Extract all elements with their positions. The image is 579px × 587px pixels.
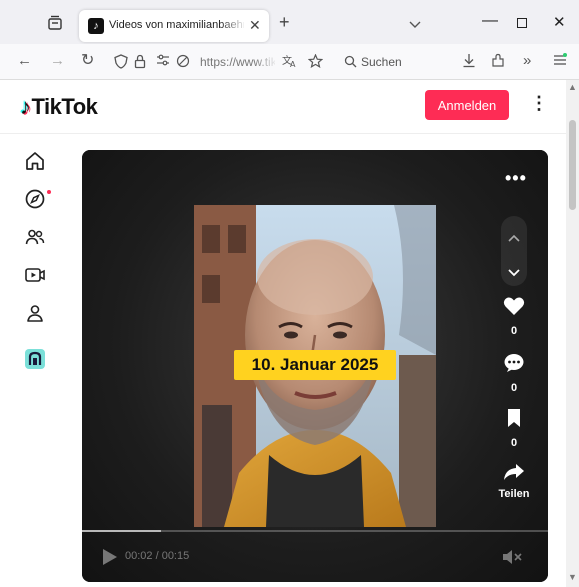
search-icon <box>344 55 357 71</box>
home-icon[interactable] <box>24 150 48 174</box>
translate-icon[interactable]: 文A <box>282 54 297 71</box>
minimize-icon[interactable]: — <box>482 12 498 30</box>
play-icon[interactable] <box>102 548 118 571</box>
comment-action[interactable]: 0 <box>492 353 536 394</box>
progress-bar[interactable] <box>82 530 548 532</box>
url-bar[interactable]: https://www.tiktok.com/@maximilianbaehri… <box>104 48 330 76</box>
login-button[interactable]: Anmelden <box>425 90 509 120</box>
forward-icon[interactable]: → <box>50 53 65 69</box>
users-icon[interactable] <box>24 226 48 250</box>
compass-icon[interactable] <box>24 188 51 212</box>
tab-close-icon[interactable]: ✕ <box>249 17 261 34</box>
heart-icon[interactable] <box>503 296 525 316</box>
app-icon[interactable] <box>24 348 48 372</box>
share-label: Teilen <box>498 488 530 500</box>
time-display: 00:02 / 00:15 <box>125 550 190 562</box>
bookmark-action[interactable]: 0 <box>492 408 536 449</box>
reload-icon[interactable]: ↻ <box>81 53 94 69</box>
svg-text:A: A <box>290 60 296 68</box>
chevron-down-icon[interactable] <box>508 264 520 282</box>
bookmark-star-icon[interactable] <box>307 53 324 71</box>
browser-tab[interactable]: ♪ Videos von maximilianbaehring ✕ <box>79 10 269 42</box>
tab-list-icon[interactable] <box>46 14 66 34</box>
new-tab-icon[interactable]: + <box>279 13 290 31</box>
page-scrollbar[interactable]: ▲ ▼ <box>566 80 579 587</box>
tabs-dropdown-icon[interactable] <box>409 16 421 34</box>
scroll-down-icon[interactable]: ▼ <box>568 572 577 582</box>
back-icon[interactable]: ← <box>17 53 32 69</box>
vertical-dots-icon[interactable]: ⋮ <box>530 93 548 113</box>
tiktok-page: ♪TikTok Anmelden ⋮ 10. Januar 2025 ••• 0… <box>0 80 566 587</box>
muted-speaker-icon[interactable] <box>502 549 522 570</box>
search-placeholder: Suchen <box>361 55 402 69</box>
date-overlay: 10. Januar 2025 <box>234 350 396 380</box>
scroll-thumb[interactable] <box>569 120 576 210</box>
search-bar[interactable]: Suchen <box>335 48 450 76</box>
bookmark-count: 0 <box>510 437 518 449</box>
tiktok-logo[interactable]: ♪TikTok <box>20 94 98 120</box>
tracking-blocked-icon[interactable] <box>176 54 190 71</box>
like-count: 0 <box>510 325 518 337</box>
downloads-icon[interactable] <box>462 53 476 72</box>
tiktok-note-icon: ♪ <box>20 94 31 119</box>
scroll-up-icon[interactable]: ▲ <box>568 82 577 92</box>
lock-icon[interactable] <box>134 54 146 72</box>
menu-icon[interactable] <box>553 53 567 71</box>
tiktok-favicon-icon: ♪ <box>88 18 104 34</box>
share-icon[interactable] <box>503 463 525 481</box>
comment-icon[interactable] <box>503 353 525 373</box>
video-navigation <box>501 216 527 286</box>
more-tools-icon[interactable]: » <box>523 53 531 69</box>
live-icon[interactable] <box>24 264 48 288</box>
window-close-icon[interactable]: ✕ <box>553 13 566 31</box>
browser-tab-bar: ♪ Videos von maximilianbaehring ✕ + — ✕ <box>0 0 579 44</box>
notification-dot <box>47 190 51 194</box>
sidebar <box>0 134 72 587</box>
shield-icon[interactable] <box>114 54 128 72</box>
bookmark-icon[interactable] <box>506 408 522 428</box>
profile-icon[interactable] <box>24 302 48 326</box>
chevron-up-icon[interactable] <box>508 229 520 247</box>
like-action[interactable]: 0 <box>492 296 536 337</box>
comment-count: 0 <box>510 382 518 394</box>
permissions-icon[interactable] <box>156 54 170 69</box>
tiktok-header: ♪TikTok Anmelden ⋮ <box>0 80 566 134</box>
browser-nav-bar: ← → ↻ https://www.tiktok.com/@maximilian… <box>0 44 579 80</box>
maximize-icon[interactable] <box>517 18 527 28</box>
horizontal-dots-icon[interactable]: ••• <box>505 168 527 189</box>
extensions-icon[interactable] <box>491 53 505 72</box>
share-action[interactable]: Teilen <box>492 463 536 500</box>
progress-fill <box>82 530 162 532</box>
video-player[interactable]: 10. Januar 2025 ••• 0 0 0 Teilen 00:02 /… <box>82 150 548 582</box>
